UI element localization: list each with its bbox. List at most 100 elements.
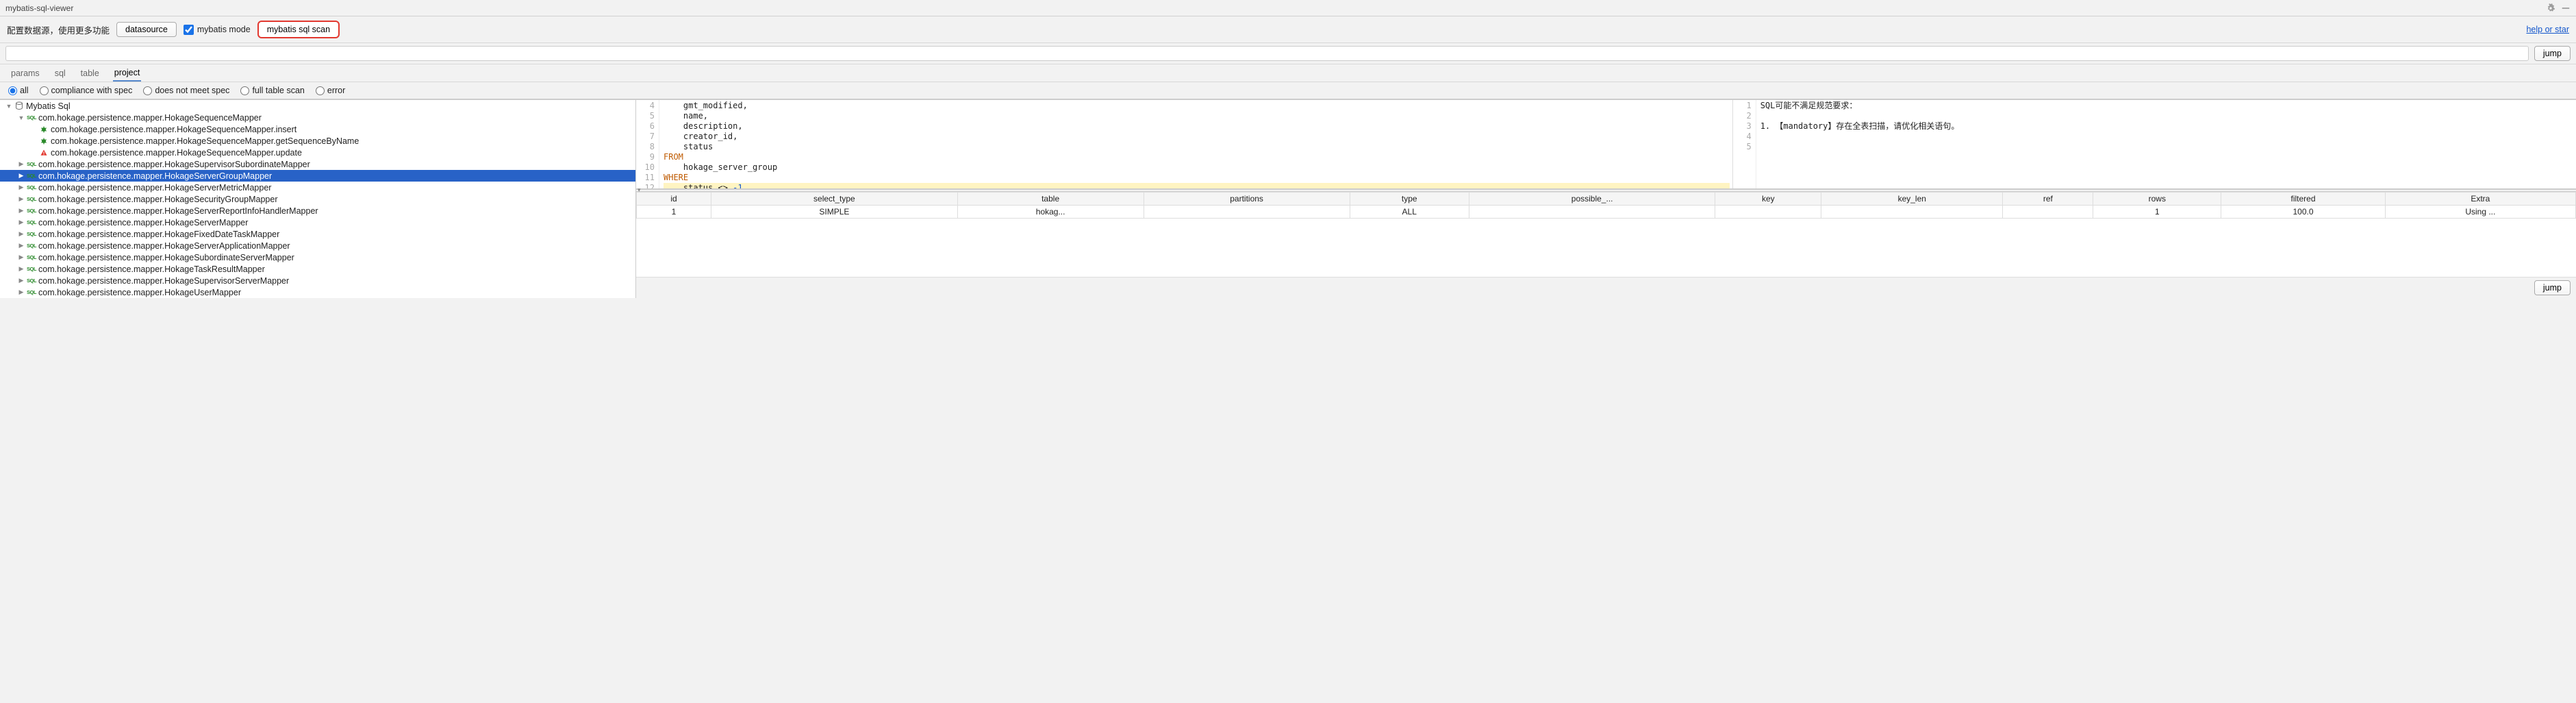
chevron-icon[interactable]: ▶	[18, 195, 25, 203]
chevron-icon[interactable]: ▶	[18, 288, 25, 296]
jump-button[interactable]: jump	[2534, 46, 2571, 61]
main-tabs: params sql table project	[0, 64, 2576, 82]
chevron-icon[interactable]: ▶	[18, 219, 25, 226]
tree-item[interactable]: ▶SQLcom.hokage.persistence.mapper.Hokage…	[0, 263, 635, 275]
table-header[interactable]: filtered	[2221, 193, 2385, 206]
table-header[interactable]: possible_...	[1469, 193, 1715, 206]
tree-item[interactable]: ▶SQLcom.hokage.persistence.mapper.Hokage…	[0, 170, 635, 182]
table-cell	[1821, 206, 2003, 219]
tree-item[interactable]: ▶SQLcom.hokage.persistence.mapper.Hokage…	[0, 228, 635, 240]
mapper-tree[interactable]: ▼ Mybatis Sql ▼SQLcom.hokage.persistence…	[0, 100, 635, 298]
table-header[interactable]: rows	[2093, 193, 2221, 206]
tree-item[interactable]: ▶SQLcom.hokage.persistence.mapper.Hokage…	[0, 240, 635, 251]
gear-icon[interactable]	[2546, 3, 2555, 13]
mybatis-mode-input[interactable]	[184, 25, 194, 35]
chevron-down-icon[interactable]: ▼	[5, 103, 12, 110]
tree-item-label: com.hokage.persistence.mapper.HokageSubo…	[38, 253, 294, 262]
tree-item[interactable]: ▶SQLcom.hokage.persistence.mapper.Hokage…	[0, 193, 635, 205]
filter-all[interactable]: all	[8, 86, 29, 95]
sql-icon: SQL	[25, 208, 38, 214]
tree-item[interactable]: ▶SQLcom.hokage.persistence.mapper.Hokage…	[0, 182, 635, 193]
minimize-icon[interactable]	[2561, 3, 2571, 13]
table-header[interactable]: ref	[2003, 193, 2093, 206]
tree-item-label: com.hokage.persistence.mapper.HokageSupe…	[38, 276, 289, 286]
advice-pane[interactable]: 12345 SQL可能不满足规范要求： 1. 【mandatory】存在全表扫描…	[1733, 100, 2576, 188]
tree-root[interactable]: ▼ Mybatis Sql	[0, 100, 635, 112]
help-link[interactable]: help or star	[2526, 25, 2569, 34]
chevron-icon[interactable]: ▶	[18, 172, 25, 180]
datasource-hint: 配置数据源，使用更多功能	[7, 23, 110, 36]
chevron-icon[interactable]: ▶	[18, 277, 25, 284]
table-header[interactable]: type	[1350, 193, 1469, 206]
bug-icon	[37, 125, 51, 134]
mybatis-mode-checkbox[interactable]: mybatis mode	[184, 25, 251, 35]
tree-item-label: com.hokage.persistence.mapper.HokageUser…	[38, 288, 241, 297]
table-cell: Using ...	[2385, 206, 2575, 219]
table-header-row: idselect_typetablepartitionstypepossible…	[637, 193, 2576, 206]
tab-table[interactable]: table	[79, 66, 101, 82]
chevron-icon[interactable]: ▶	[18, 265, 25, 273]
sql-icon: SQL	[25, 114, 38, 121]
sql-icon: SQL	[25, 278, 38, 284]
tree-item[interactable]: com.hokage.persistence.mapper.HokageSequ…	[0, 123, 635, 135]
chevron-icon[interactable]: ▶	[18, 184, 25, 191]
chevron-icon[interactable]: ▶	[18, 207, 25, 214]
filter-full-scan[interactable]: full table scan	[240, 86, 304, 95]
right-footer: jump	[636, 277, 2576, 298]
jump-input[interactable]	[5, 46, 2529, 61]
table-header[interactable]: partitions	[1144, 193, 1350, 206]
table-header[interactable]: select_type	[711, 193, 958, 206]
table-header[interactable]: key	[1715, 193, 1821, 206]
jump-button-bottom[interactable]: jump	[2534, 280, 2571, 295]
tree-item[interactable]: com.hokage.persistence.mapper.HokageSequ…	[0, 147, 635, 158]
tree-item-label: com.hokage.persistence.mapper.HokageServ…	[38, 218, 248, 227]
tree-item-label: com.hokage.persistence.mapper.HokageSecu…	[38, 195, 278, 204]
tree-item[interactable]: ▶SQLcom.hokage.persistence.mapper.Hokage…	[0, 158, 635, 170]
table-header[interactable]: Extra	[2385, 193, 2575, 206]
warning-icon	[37, 149, 51, 157]
tab-project[interactable]: project	[113, 65, 142, 82]
table-header[interactable]: key_len	[1821, 193, 2003, 206]
filter-error[interactable]: error	[316, 86, 345, 95]
tree-item[interactable]: ▶SQLcom.hokage.persistence.mapper.Hokage…	[0, 205, 635, 217]
split-handle[interactable]	[636, 189, 2576, 192]
mybatis-sql-scan-button[interactable]: mybatis sql scan	[257, 21, 340, 38]
table-header[interactable]: table	[957, 193, 1144, 206]
tree-item-label: com.hokage.persistence.mapper.HokageServ…	[38, 206, 318, 216]
sql-code-pane[interactable]: 456789101112 gmt_modified, name, descrip…	[636, 100, 1733, 188]
table-row[interactable]: 1SIMPLEhokag...ALL1100.0Using ...	[637, 206, 2576, 219]
tree-item[interactable]: com.hokage.persistence.mapper.HokageSequ…	[0, 135, 635, 147]
tree-item[interactable]: ▶SQLcom.hokage.persistence.mapper.Hokage…	[0, 275, 635, 286]
tree-item[interactable]: ▶SQLcom.hokage.persistence.mapper.Hokage…	[0, 251, 635, 263]
code-lines: gmt_modified, name, description, creator…	[659, 100, 1732, 188]
sql-icon: SQL	[25, 231, 38, 237]
sql-icon: SQL	[25, 266, 38, 272]
titlebar-icons	[2546, 3, 2571, 13]
filter-not-meet[interactable]: does not meet spec	[143, 86, 229, 95]
chevron-icon[interactable]: ▶	[18, 160, 25, 168]
sql-icon: SQL	[25, 173, 38, 179]
table-cell	[1469, 206, 1715, 219]
table-cell	[1144, 206, 1350, 219]
tree-item-label: com.hokage.persistence.mapper.HokageSequ…	[51, 148, 302, 158]
table-cell: 1	[637, 206, 711, 219]
table-header[interactable]: id	[637, 193, 711, 206]
chevron-icon[interactable]: ▶	[18, 230, 25, 238]
table-cell: 1	[2093, 206, 2221, 219]
sql-icon: SQL	[25, 196, 38, 202]
tree-item-label: com.hokage.persistence.mapper.HokageSequ…	[51, 136, 359, 146]
tree-item[interactable]: ▶SQLcom.hokage.persistence.mapper.Hokage…	[0, 217, 635, 228]
table-cell: ALL	[1350, 206, 1469, 219]
toolbar: 配置数据源，使用更多功能 datasource mybatis mode myb…	[0, 16, 2576, 43]
filter-compliance[interactable]: compliance with spec	[40, 86, 133, 95]
bug-icon	[37, 137, 51, 145]
tab-params[interactable]: params	[10, 66, 41, 82]
tree-item[interactable]: ▶SQLcom.hokage.persistence.mapper.Hokage…	[0, 286, 635, 298]
tree-item[interactable]: ▼SQLcom.hokage.persistence.mapper.Hokage…	[0, 112, 635, 123]
datasource-button[interactable]: datasource	[116, 22, 177, 37]
chevron-icon[interactable]: ▶	[18, 254, 25, 261]
chevron-icon[interactable]: ▼	[18, 114, 25, 121]
tab-sql[interactable]: sql	[53, 66, 67, 82]
chevron-icon[interactable]: ▶	[18, 242, 25, 249]
explain-table: idselect_typetablepartitionstypepossible…	[636, 192, 2576, 219]
